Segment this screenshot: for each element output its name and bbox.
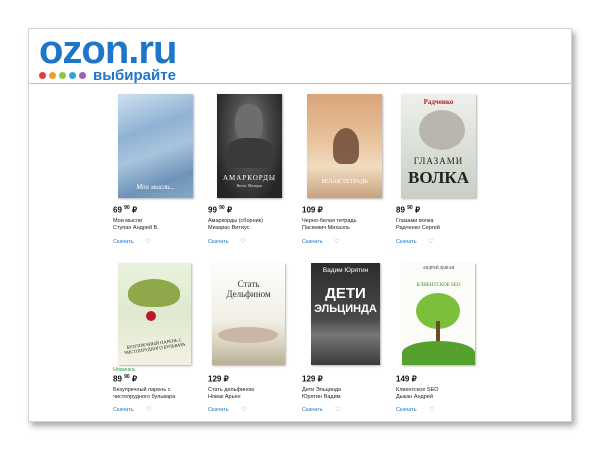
logo-dot-icon (79, 72, 86, 79)
download-link[interactable]: Скачать (113, 239, 134, 245)
download-link[interactable]: Скачать (302, 239, 323, 245)
book-author[interactable]: Ступан Андрей В. (113, 225, 159, 232)
heart-icon[interactable]: ♡ (241, 406, 246, 413)
book-cover[interactable]: БЕЗУПРЕЧНЫЙ ПАРЕНЬ С ЧИСТОПРУДНОГО БУЛЬВ… (118, 263, 191, 365)
new-badge: Новинка (113, 367, 135, 373)
book-author[interactable]: чистопрудного бульвара (113, 394, 175, 401)
book-title[interactable]: Глазами волка (396, 218, 433, 225)
download-link[interactable]: Скачать (396, 239, 417, 245)
heart-icon[interactable]: ♡ (146, 406, 151, 413)
book-cover[interactable]: Радченко ГЛАЗАМИ ВОЛКА (401, 94, 476, 198)
price: 89 90 ₽ (396, 205, 421, 215)
cover-title-2: Дельфином (226, 289, 271, 299)
download-link[interactable]: Скачать (302, 407, 323, 413)
tagline: выбирайте (93, 67, 176, 84)
logo-dot-icon (49, 72, 56, 79)
price: 99 90 ₽ (208, 205, 233, 215)
price: 149 ₽ (396, 374, 417, 384)
book-author[interactable]: Мизарас Витиус (208, 225, 249, 232)
price: 69 90 ₽ (113, 205, 138, 215)
price: 89 90 ₽ (113, 374, 138, 384)
price: 109 ₽ (302, 205, 323, 215)
logo-dot-icon (39, 72, 46, 79)
cover-title: КЛИЕНТСКОЕ SEO (416, 283, 461, 288)
book-cover[interactable]: АНДРЕЙ ДЫКАН КЛИЕНТСКОЕ SEO (402, 263, 475, 365)
cover-author: Радченко (423, 98, 454, 106)
download-link[interactable]: Скачать (113, 407, 134, 413)
cover-title: БЕЛАЯ ТЕТРАДЬ (321, 179, 368, 185)
book-cover[interactable]: Мои мысли... (118, 94, 193, 198)
download-link[interactable]: Скачать (396, 407, 417, 413)
heart-icon[interactable]: ♡ (429, 406, 434, 413)
heart-icon[interactable]: ♡ (240, 238, 245, 245)
book-title[interactable]: Амаркорды (сборник) (208, 218, 263, 225)
book-author[interactable]: Паскевич Михаэль (302, 225, 350, 232)
ozon-logo[interactable]: ozon.ru выбирайте (39, 28, 177, 84)
logo-text: ozon.ru (39, 28, 177, 72)
book-author[interactable]: Дыкан Андрей (396, 394, 433, 401)
cover-title: БЕЗУПРЕЧНЫЙ ПАРЕНЬ С ЧИСТОПРУДНОГО БУЛЬВ… (123, 337, 186, 356)
book-title[interactable]: Черно-белая тетрадь (302, 218, 357, 225)
book-title[interactable]: Дети Эльцинда (302, 387, 341, 394)
cover-title-2: ЭЛЬЦИНДА (314, 303, 377, 315)
cover-title-2: ВОЛКА (408, 168, 469, 187)
book-author[interactable]: Юрятин Вадим (302, 394, 340, 401)
book-author[interactable]: Новак Арьен (208, 394, 241, 401)
logo-dot-icon (69, 72, 76, 79)
cover-title: Стать (237, 279, 260, 289)
cover-author: Вадим Юрятин (322, 267, 369, 274)
heart-icon[interactable]: ♡ (145, 238, 150, 245)
book-cover[interactable]: Стать Дельфином (212, 263, 285, 365)
cover-title: ДЕТИ (325, 285, 366, 302)
book-title[interactable]: Клиентское SEO (396, 387, 439, 394)
book-author[interactable]: Радченко Сергей (396, 225, 440, 232)
book-cover[interactable]: Вадим Юрятин ДЕТИ ЭЛЬЦИНДА (311, 263, 380, 365)
book-cover[interactable]: БЕЛАЯ ТЕТРАДЬ (307, 94, 382, 198)
header: ozon.ru выбирайте (29, 29, 571, 84)
cover-author: АНДРЕЙ ДЫКАН (422, 265, 455, 270)
page-frame: ozon.ru выбирайте Мои мысли... АМАРКОРДЫ… (28, 28, 572, 422)
book-title[interactable]: Стать дельфином (208, 387, 254, 394)
book-title[interactable]: Безупречный парень с (113, 387, 170, 394)
heart-icon[interactable]: ♡ (428, 238, 433, 245)
heart-icon[interactable]: ♡ (334, 238, 339, 245)
price: 129 ₽ (208, 374, 229, 384)
book-title[interactable]: Мои мысли (113, 218, 142, 225)
download-link[interactable]: Скачать (208, 239, 229, 245)
logo-dot-icon (59, 72, 66, 79)
download-link[interactable]: Скачать (208, 407, 229, 413)
price: 129 ₽ (302, 374, 323, 384)
book-cover[interactable]: АМАРКОРДЫ Витас Мизарас (217, 94, 282, 198)
cover-title: АМАРКОРДЫ (222, 174, 277, 182)
cover-title: Мои мысли... (136, 183, 175, 191)
cover-title: ГЛАЗАМИ (413, 156, 464, 166)
heart-icon[interactable]: ♡ (335, 406, 340, 413)
cover-subtitle: Витас Мизарас (236, 183, 263, 188)
